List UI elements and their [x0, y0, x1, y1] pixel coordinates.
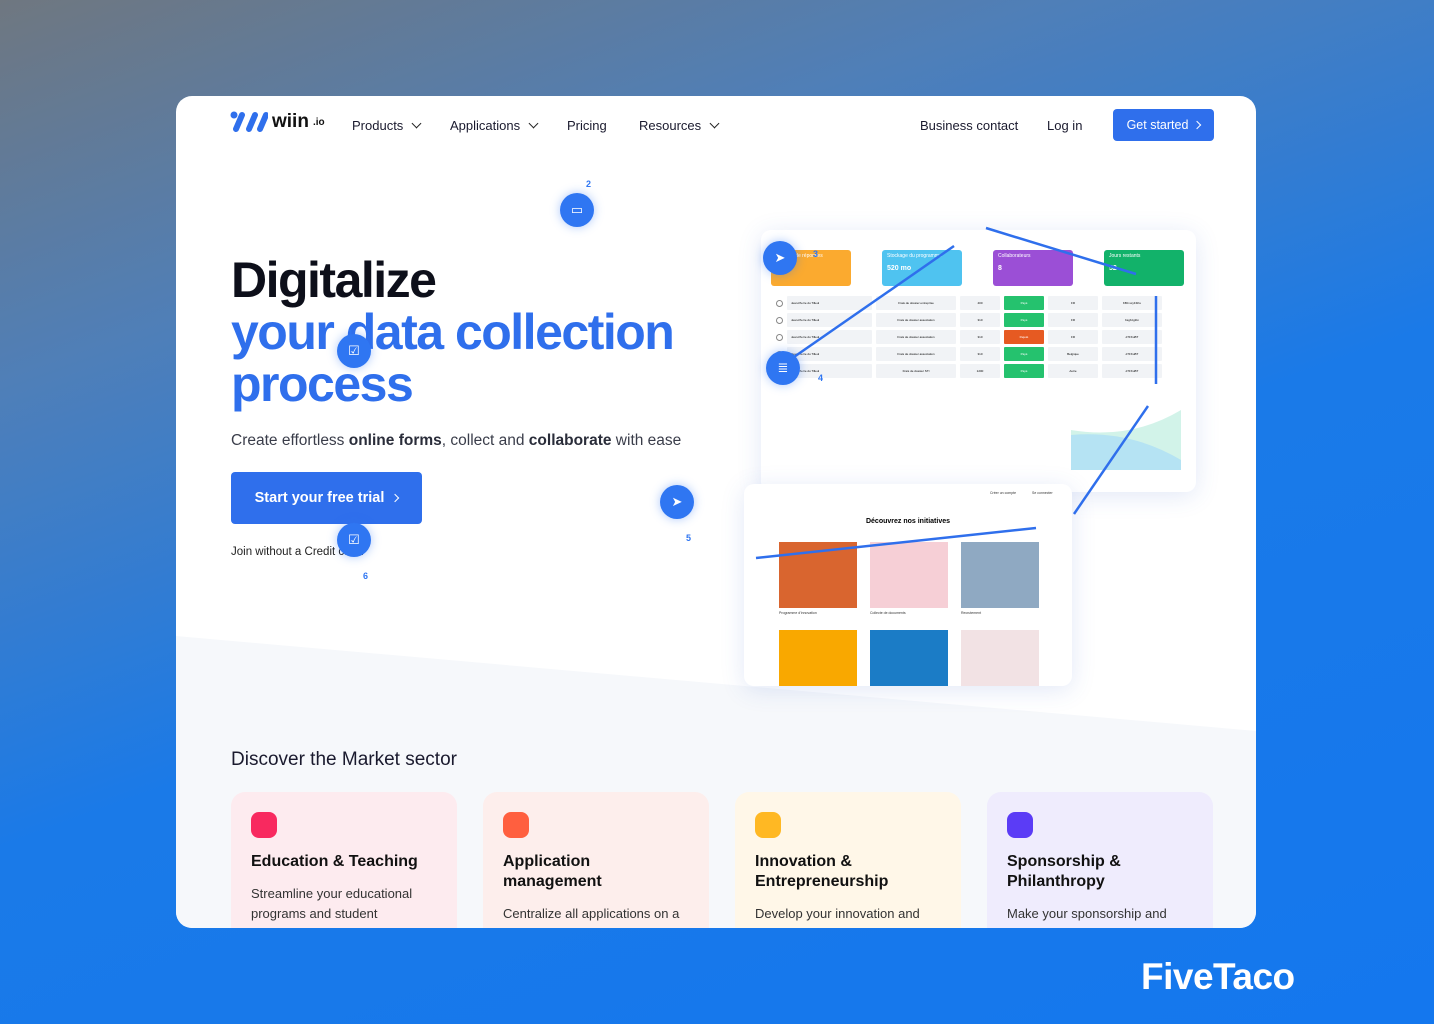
logo-suffix: .io [312, 116, 325, 128]
sector-icon [503, 812, 529, 838]
card-desc: Streamline your educational programs and… [251, 886, 413, 921]
business-contact-link[interactable]: Business contact [920, 118, 1018, 133]
chevron-down-icon [411, 118, 422, 129]
hero-illustration: Nombre de réponses246Stockage du program… [337, 179, 1216, 686]
card-desc: Centralize all applications on a [503, 906, 680, 921]
nav-resources[interactable]: Resources [639, 118, 720, 133]
market-card[interactable]: Education & Teaching Streamline your educ… [231, 792, 457, 928]
hero-title: Digitalize your data collection process [231, 252, 675, 412]
sub-bold: collaborate [528, 432, 612, 449]
title-line: your data collection [231, 304, 675, 360]
check-step-icon: ☑ [337, 334, 371, 368]
sector-icon [755, 812, 781, 838]
get-started-button[interactable]: Get started [1113, 109, 1214, 141]
card-title: Application management [503, 853, 602, 890]
send-step-icon: ➤ [763, 241, 797, 275]
fivetaco-watermark: FiveTaco [1141, 956, 1295, 997]
login-link[interactable]: Log in [1047, 118, 1082, 133]
title-line: Digitalize [231, 252, 437, 308]
market-card[interactable]: Sponsorship & Philanthropy Make your spon… [987, 792, 1213, 928]
sector-icon [251, 812, 277, 838]
sub-text: Create effortless [231, 432, 349, 449]
card-title: Education & Teaching [251, 853, 418, 870]
top-nav: wiin .io Products Applications Pricing Re… [176, 96, 1256, 156]
market-title: Discover the Market sector [231, 749, 457, 770]
nav-applications[interactable]: Applications [450, 118, 539, 133]
step-number: 6 [363, 571, 369, 581]
nav-label: Products [352, 118, 404, 133]
cta-label: Start your free trial [254, 490, 385, 506]
chevron-down-icon [709, 118, 720, 129]
connector-lines [755, 226, 1158, 560]
chevron-right-icon [391, 493, 400, 503]
card-title: Sponsorship & Philanthropy [1007, 853, 1121, 890]
nav-products[interactable]: Products [352, 118, 422, 133]
logo-mark-icon [230, 111, 268, 132]
title-line: process [231, 356, 414, 412]
market-card[interactable]: Innovation & Entrepreneurship Develop you… [735, 792, 961, 928]
sector-icon [1007, 812, 1033, 838]
step-number: 4 [818, 373, 824, 383]
sub-bold: online forms [348, 432, 442, 449]
browser-window: wiin .io Products Applications Pricing Re… [176, 96, 1256, 928]
initiative-image[interactable] [779, 630, 857, 686]
step-number: 3 [813, 249, 819, 259]
initiative-image[interactable] [870, 630, 948, 686]
step-number: 2 [586, 179, 592, 189]
step-number: 1 [348, 328, 354, 338]
nav-label: Resources [639, 118, 702, 133]
step-number: 5 [686, 533, 692, 543]
card-desc: Develop your innovation and [755, 906, 920, 921]
nav-pricing[interactable]: Pricing [567, 118, 607, 133]
sub-text: with ease [611, 432, 682, 449]
logo-text: wiin [272, 111, 309, 132]
card-desc: Make your sponsorship and [1007, 906, 1167, 921]
card-title: Innovation & Entrepreneurship [755, 853, 889, 890]
chevron-right-icon [1193, 120, 1202, 130]
get-started-label: Get started [1126, 118, 1189, 132]
logo[interactable]: wiin .io [230, 110, 325, 134]
chevron-down-icon [528, 118, 539, 129]
card-step-icon: ▭ [560, 193, 594, 227]
nav-label: Pricing [567, 118, 607, 133]
check-step-icon: ☑ [337, 523, 371, 557]
hero-subtitle: Create effortless online forms, collect … [231, 432, 681, 450]
start-trial-button[interactable]: Start your free trial [231, 472, 422, 524]
nav-label: Applications [450, 118, 521, 133]
initiative-image[interactable] [961, 630, 1039, 686]
send-step-icon: ➤ [660, 485, 694, 519]
list-step-icon: ≣ [766, 351, 800, 385]
market-card[interactable]: Application management Centralize all app… [483, 792, 709, 928]
sub-text: , collect and [441, 432, 529, 449]
